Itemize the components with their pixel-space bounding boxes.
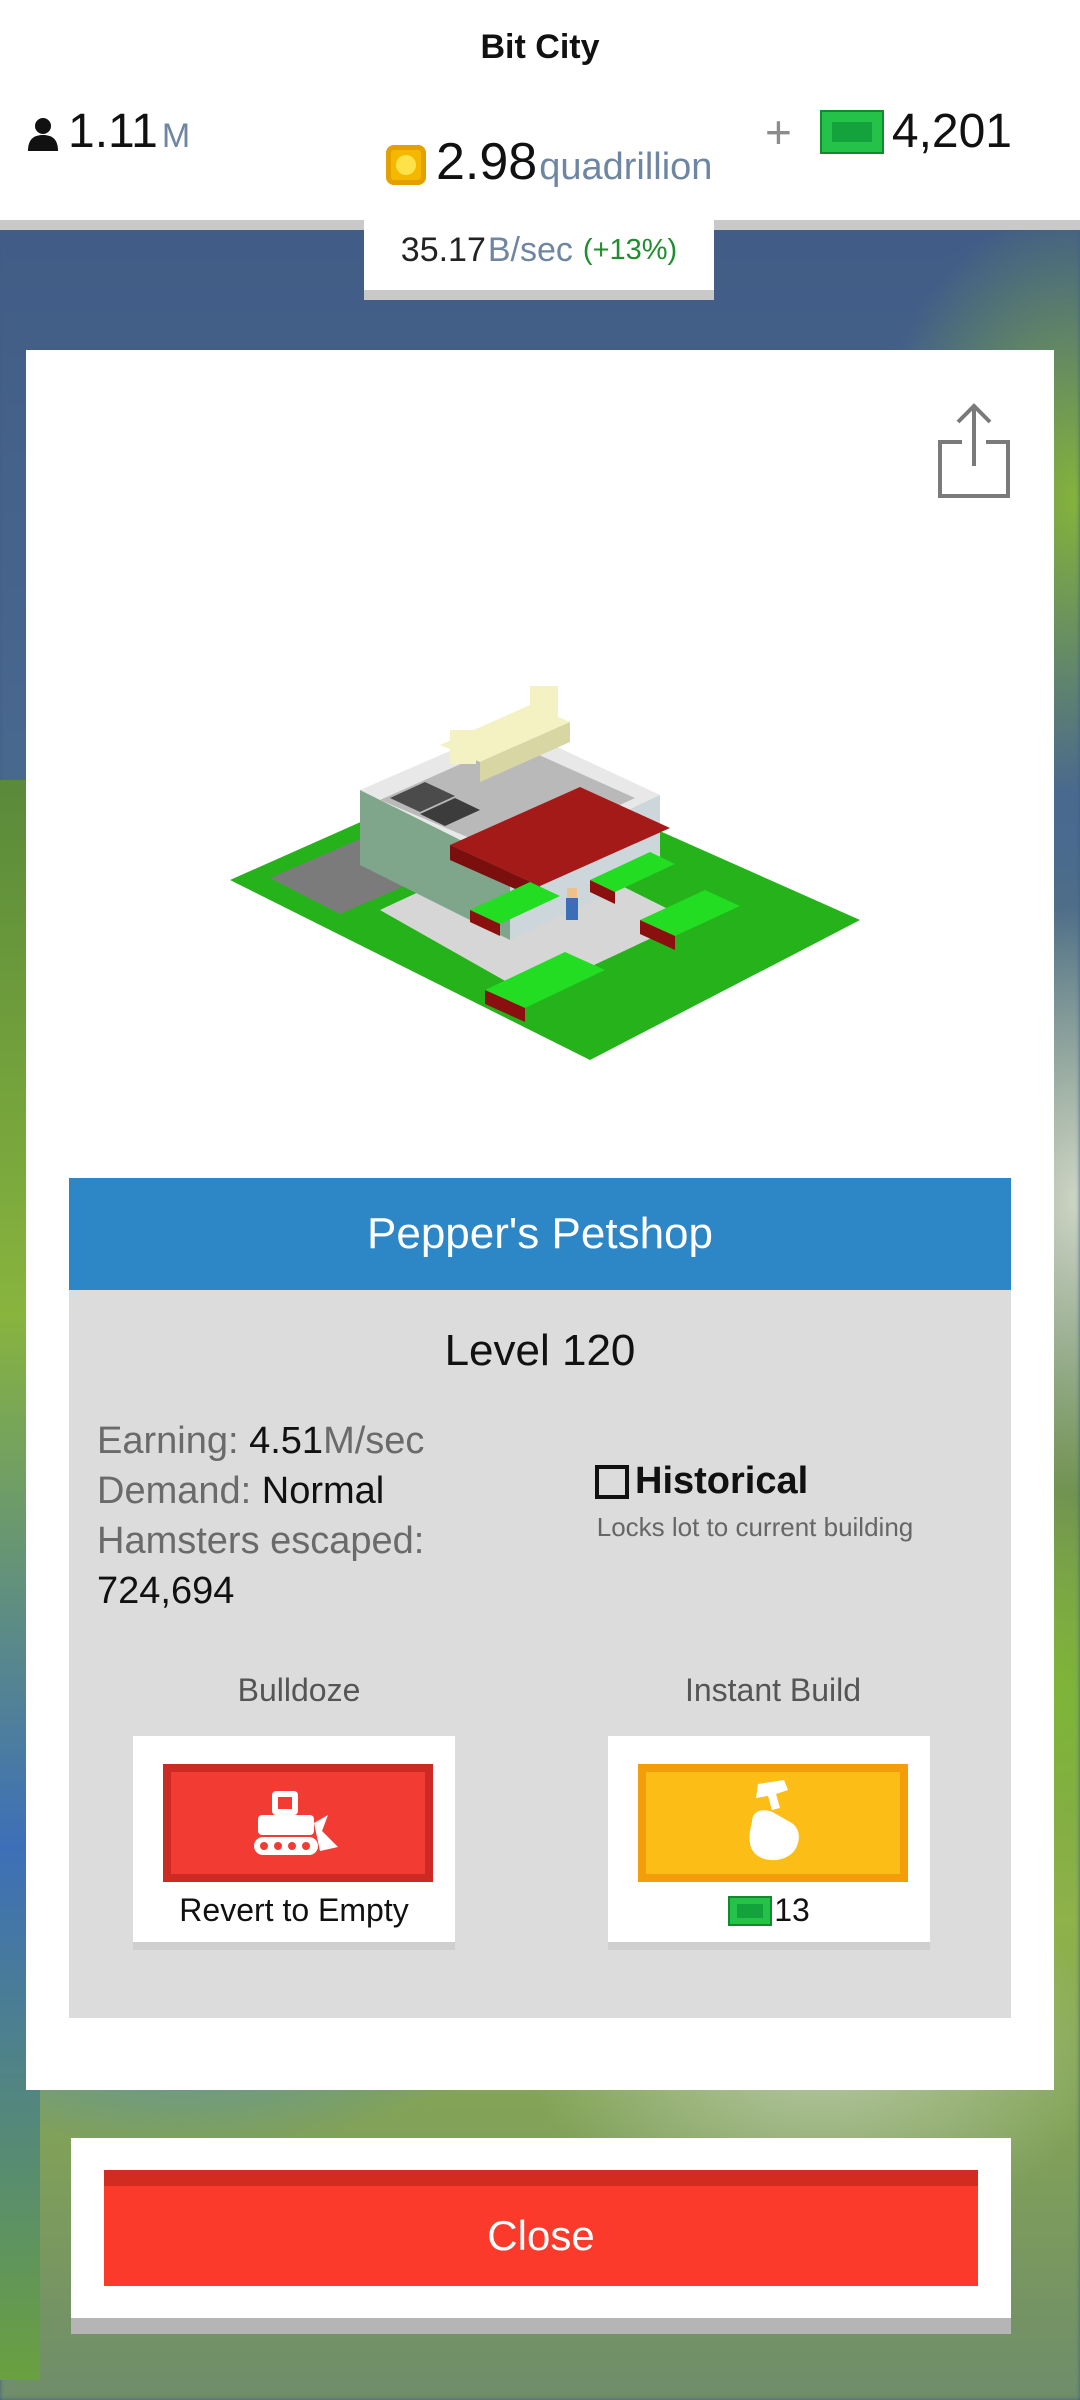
historical-toggle[interactable]: Historical [595, 1460, 808, 1503]
instant-build-button[interactable] [638, 1764, 908, 1882]
population-counter: 1.11 M [26, 104, 190, 159]
building-stats: Earning: 4.51M/sec Demand: Normal Hamste… [97, 1416, 517, 1616]
petshop-building-image [230, 686, 860, 1060]
income-rate-tab: 35.17 B/sec (+13%) [364, 210, 714, 300]
bill-icon [819, 109, 884, 154]
bucks-counter: + 4,201 [765, 104, 1012, 159]
building-name-bar: Pepper's Petshop [69, 1178, 1011, 1290]
building-panel: Pepper's Petshop Level 120 Earning: 4.51… [26, 350, 1054, 2090]
instant-build-cost-value: 13 [774, 1892, 810, 1928]
rate-percent: (+13%) [582, 233, 678, 266]
instant-build-label: Instant Build [684, 1672, 862, 1708]
escaped-value: 724,694 [97, 1570, 235, 1612]
demand-row: Demand: Normal [97, 1466, 517, 1516]
population-unit: M [161, 117, 191, 155]
historical-checkbox[interactable] [595, 1464, 629, 1499]
building-info-box: Level 120 Earning: 4.51M/sec Demand: Nor… [69, 1290, 1011, 2018]
instant-build-cost: 13 [608, 1892, 930, 1929]
add-bucks-button[interactable]: + [765, 105, 792, 159]
instant-build-card[interactable]: 13 [608, 1736, 930, 1942]
bulldoze-caption: Revert to Empty [179, 1892, 409, 1928]
close-button[interactable]: Close [104, 2170, 978, 2286]
coins-unit: quadrillion [539, 146, 713, 188]
share-icon[interactable] [934, 400, 1014, 500]
coins-value: 2.98 [436, 133, 538, 191]
building-level: Level 120 [444, 1326, 636, 1375]
bulldozer-icon [254, 1791, 338, 1855]
close-container: Close [71, 2138, 1011, 2334]
escaped-label: Hamsters escaped: [97, 1520, 425, 1562]
historical-description: Locks lot to current building [596, 1512, 914, 1542]
bulldoze-label: Bulldoze [237, 1672, 361, 1708]
building-name: Pepper's Petshop [367, 1209, 713, 1258]
rate-unit: B/sec [487, 230, 573, 269]
rate-value: 35.17 [400, 230, 486, 269]
coin-icon [386, 145, 426, 185]
demand-label: Demand: [97, 1470, 252, 1512]
bulldoze-button[interactable] [163, 1764, 433, 1882]
earning-value: 4.51 [249, 1420, 324, 1462]
population-value: 1.11 [68, 105, 158, 158]
coins-counter: 2.98 quadrillion [386, 132, 712, 192]
bill-icon [728, 1895, 773, 1926]
earning-label: Earning: [97, 1420, 239, 1462]
top-status-bar: Bit City 1.11 M 2.98 quadrillion + 4,201 [0, 0, 1080, 230]
person-icon [28, 118, 58, 151]
bulldoze-card[interactable]: Revert to Empty [133, 1736, 455, 1942]
bucks-value: 4,201 [891, 105, 1012, 158]
demand-value: Normal [261, 1470, 385, 1512]
historical-label: Historical [635, 1460, 809, 1502]
earning-unit: M/sec [323, 1420, 425, 1462]
earning-row: Earning: 4.51M/sec [97, 1416, 517, 1466]
app-title: Bit City [480, 28, 600, 66]
hammer-hand-icon [749, 1780, 799, 1861]
